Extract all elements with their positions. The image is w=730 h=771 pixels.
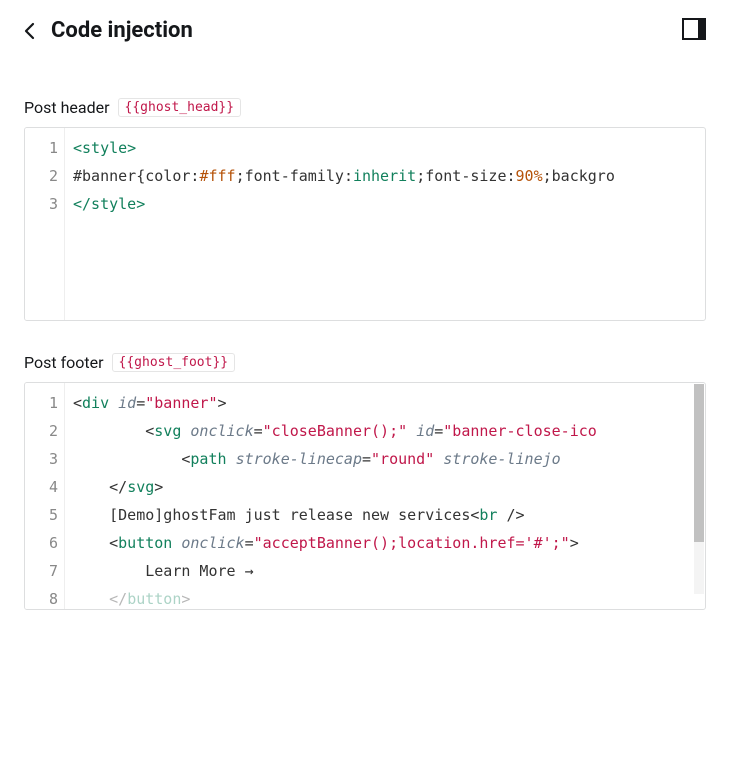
post-footer-code-editor[interactable]: 12345678 <div id="banner"> <svg onclick=…: [24, 382, 706, 610]
post-header-label: Post header: [24, 98, 110, 117]
post-footer-section: Post footer {{ghost_foot}} 12345678 <div…: [24, 353, 706, 610]
page-title: Code injection: [51, 20, 193, 42]
post-footer-label-row: Post footer {{ghost_foot}}: [24, 353, 706, 372]
header-left: Code injection: [24, 20, 193, 42]
post-footer-label: Post footer: [24, 353, 104, 372]
page-header: Code injection: [0, 0, 730, 54]
code-content[interactable]: <div id="banner"> <svg onclick="closeBan…: [65, 383, 705, 609]
panel-right-icon: [682, 18, 706, 40]
vertical-scrollbar[interactable]: [694, 384, 704, 594]
ghost-foot-tag-badge: {{ghost_foot}}: [112, 353, 236, 372]
post-header-label-row: Post header {{ghost_head}}: [24, 98, 706, 117]
post-header-code-editor[interactable]: 123 <style>#banner{color:#fff;font-famil…: [24, 127, 706, 321]
post-header-section: Post header {{ghost_head}} 123 <style>#b…: [24, 98, 706, 321]
ghost-head-tag-badge: {{ghost_head}}: [118, 98, 242, 117]
chevron-left-icon: [24, 22, 35, 40]
back-button[interactable]: [24, 22, 35, 40]
code-content[interactable]: <style>#banner{color:#fff;font-family:in…: [65, 128, 705, 320]
line-gutter: 12345678: [25, 383, 65, 609]
content-area: Post header {{ghost_head}} 123 <style>#b…: [0, 54, 730, 610]
sidebar-toggle-button[interactable]: [682, 18, 706, 44]
line-gutter: 123: [25, 128, 65, 320]
vertical-scrollbar-thumb[interactable]: [694, 384, 704, 542]
